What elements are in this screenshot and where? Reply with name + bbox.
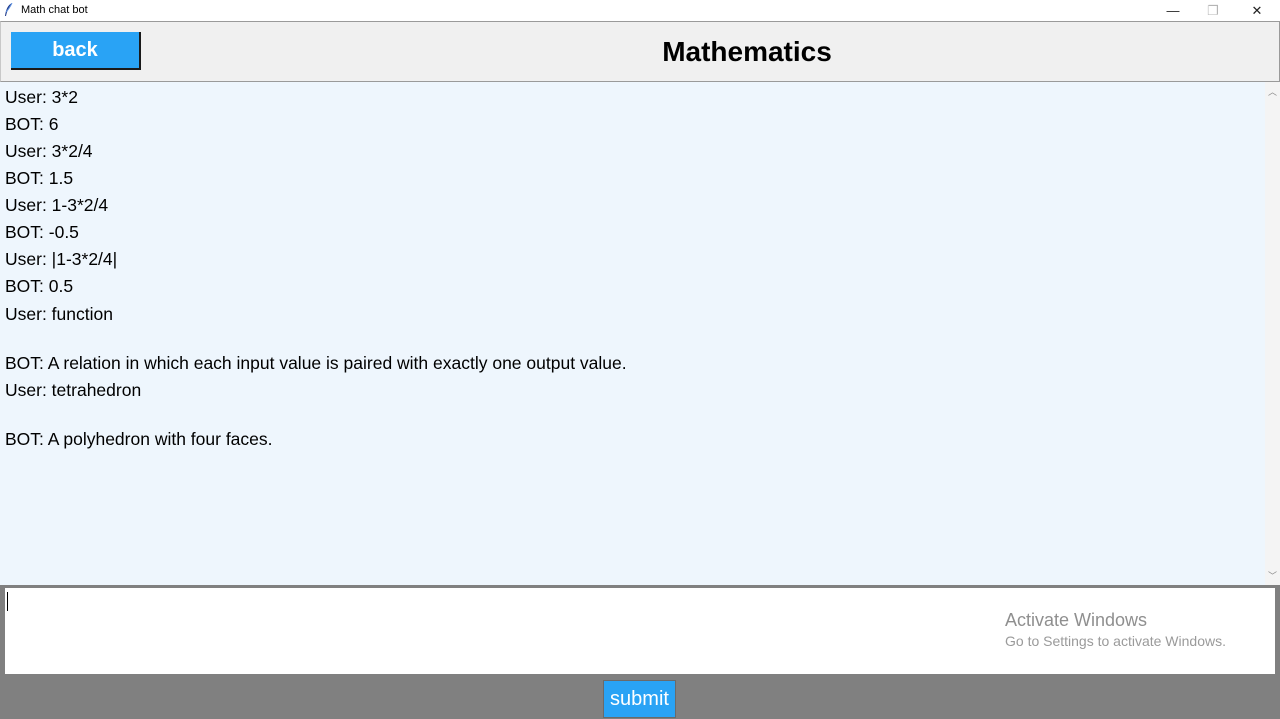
maximize-icon[interactable]: ❐ [1190,0,1236,21]
header-bar: back Mathematics [0,21,1280,82]
chat-message: BOT: 1.5 [5,168,74,188]
scroll-down-icon[interactable]: ﹀ [1268,569,1277,582]
chat-message: User: |1-3*2/4| [5,249,118,269]
activate-windows-title: Activate Windows [1005,610,1148,630]
page-title: Mathematics [662,36,832,67]
chat-scrollbar[interactable] [1265,82,1280,585]
window-title: Math chat bot [21,4,88,16]
submit-button[interactable]: submit [603,680,676,718]
message-input[interactable]: Activate Windows Go to Settings to activ… [5,588,1275,674]
close-icon[interactable]: ✕ [1234,0,1280,21]
scroll-up-icon[interactable]: ︿ [1268,85,1277,98]
text-caret [7,592,8,611]
activate-windows-subtitle: Go to Settings to activate Windows. [1005,633,1226,649]
chat-message: User: 3*2/4 [5,141,93,161]
chat-message: User: 3*2 [5,87,78,107]
chat-message: User: tetrahedron [5,380,142,400]
chat-message: BOT: A relation in which each input valu… [5,353,627,373]
chat-message: BOT: A polyhedron with four faces. [5,429,273,449]
chat-log[interactable]: User: 3*2 BOT: 6 User: 3*2/4 BOT: 1.5 Us… [0,82,1265,585]
title-bar: Math chat bot — ❐ ✕ [0,0,1280,21]
chat-message: User: function [5,304,113,324]
chat-message: User: 1-3*2/4 [5,195,109,215]
feather-icon [5,3,13,16]
chat-message: BOT: 6 [5,114,59,134]
chat-message: BOT: 0.5 [5,276,74,296]
chat-message: BOT: -0.5 [5,222,79,242]
back-button[interactable]: back [11,32,141,70]
